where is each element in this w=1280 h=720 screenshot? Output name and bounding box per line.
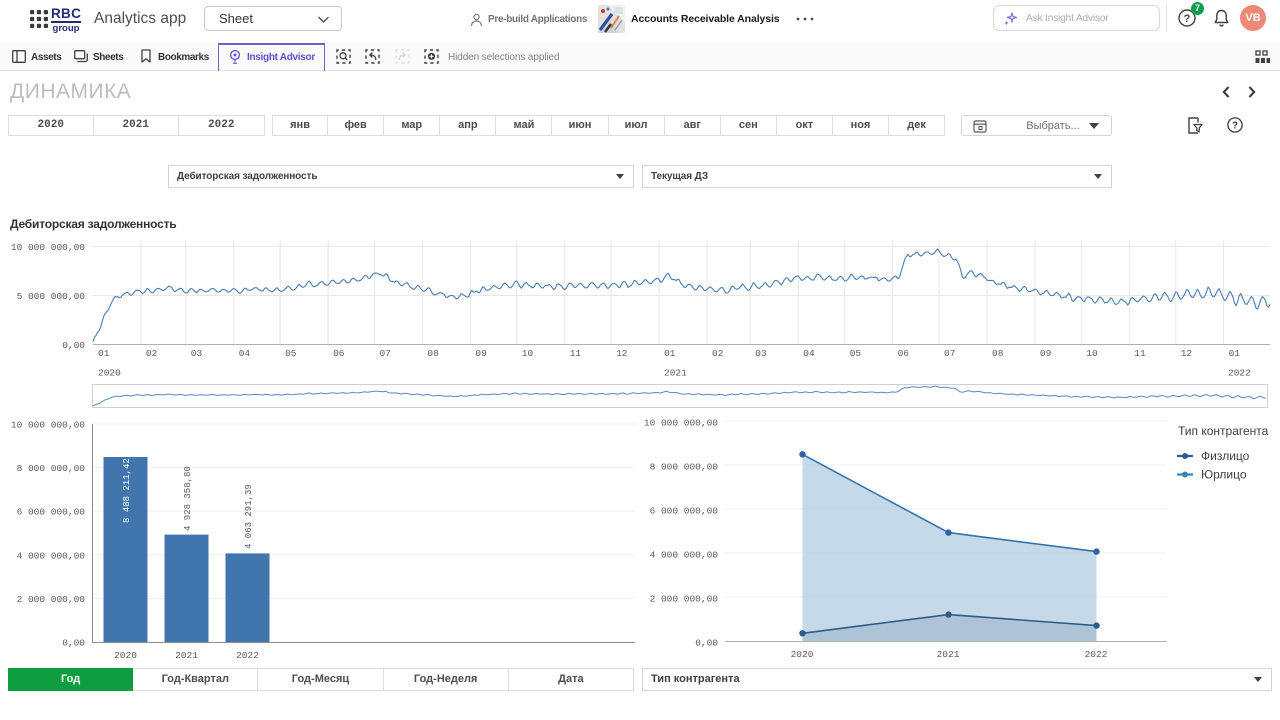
svg-text:2020: 2020 xyxy=(791,649,814,660)
svg-text:2021: 2021 xyxy=(937,649,960,660)
svg-text:2 000 000,00: 2 000 000,00 xyxy=(650,594,719,605)
svg-text:2022: 2022 xyxy=(1085,649,1108,660)
svg-text:8 000 000,00: 8 000 000,00 xyxy=(650,462,719,473)
svg-text:10 000 000,00: 10 000 000,00 xyxy=(644,418,718,429)
svg-text:0,00: 0,00 xyxy=(695,638,718,649)
svg-text:4 000 000,00: 4 000 000,00 xyxy=(650,550,719,561)
svg-text:Тип контрагента: Тип контрагента xyxy=(1178,424,1269,438)
svg-text:Физлицо: Физлицо xyxy=(1201,449,1250,463)
svg-text:Юрлицо: Юрлицо xyxy=(1201,468,1247,482)
svg-text:6 000 000,00: 6 000 000,00 xyxy=(650,506,719,517)
